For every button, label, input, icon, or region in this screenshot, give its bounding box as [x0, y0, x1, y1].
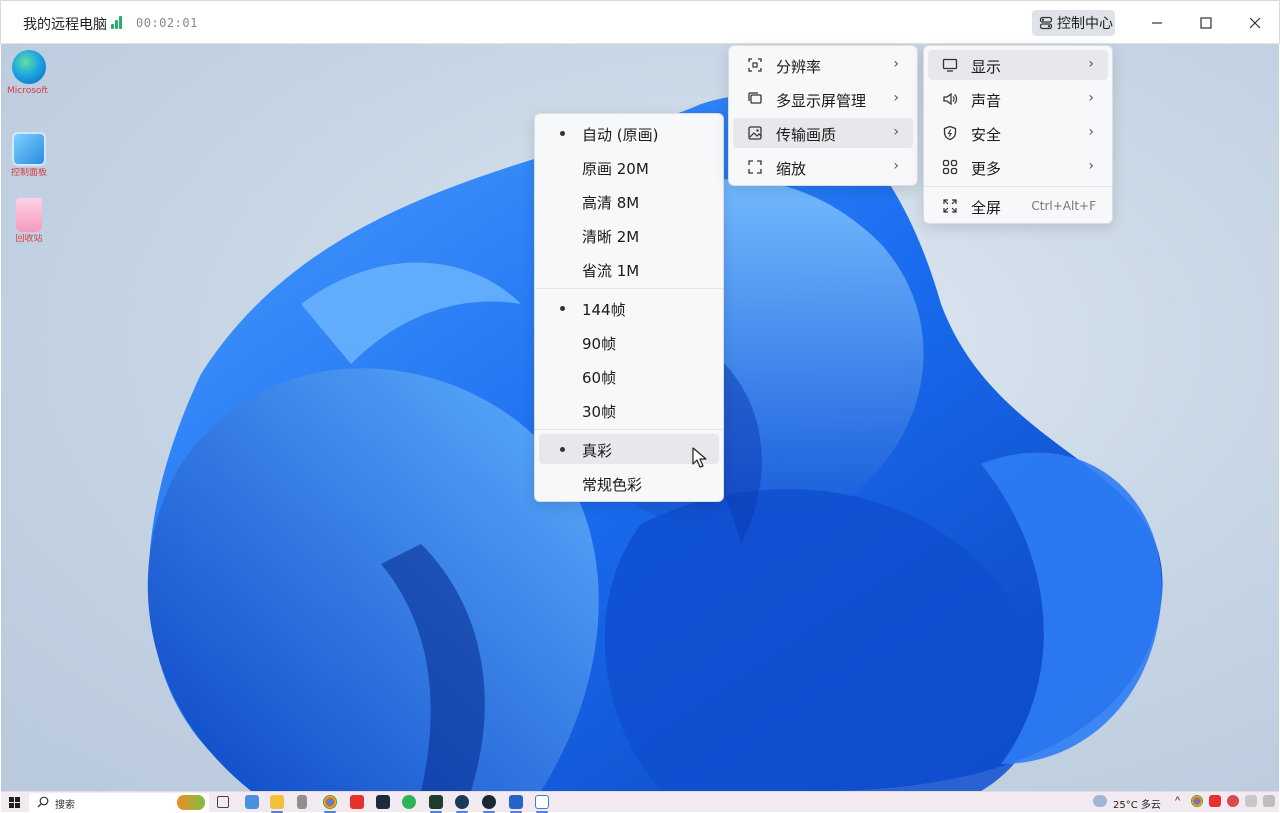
- tray-chrome-icon[interactable]: [1191, 795, 1203, 807]
- signal-strength-icon: [111, 16, 125, 29]
- fullscreen-icon: [943, 199, 957, 213]
- music-app-icon[interactable]: [402, 795, 416, 809]
- jetbrains-icon[interactable]: [376, 795, 390, 809]
- desktop-icon-edge[interactable]: Microsoft Edge: [7, 50, 51, 96]
- selected-dot-icon: [560, 306, 565, 311]
- remote-desktop-app-icon[interactable]: [535, 795, 549, 809]
- recycle-bin-icon: [16, 198, 42, 232]
- tray-volume-icon[interactable]: [1263, 795, 1275, 807]
- menu-item-fullscreen[interactable]: 全屏 Ctrl+Alt+F: [928, 191, 1108, 221]
- terminal-app-icon[interactable]: [429, 795, 443, 809]
- menu-item-display[interactable]: 显示 ›: [928, 50, 1108, 80]
- chevron-up-icon[interactable]: ^: [1175, 795, 1180, 807]
- task-view-icon[interactable]: [217, 796, 229, 808]
- close-icon: [1249, 17, 1261, 29]
- tray-app-icon[interactable]: [1227, 795, 1239, 807]
- framerate-option[interactable]: 30帧: [539, 395, 719, 425]
- menu-divider: [924, 186, 1112, 187]
- desktop-icon-recycle-bin[interactable]: 回收站: [7, 198, 51, 244]
- chevron-right-icon: ›: [893, 124, 899, 140]
- framerate-option[interactable]: 144帧: [539, 293, 719, 323]
- quality-option[interactable]: 省流 1M: [539, 254, 719, 284]
- menu-item-more[interactable]: 更多 ›: [928, 152, 1108, 182]
- search-icon: [37, 796, 49, 808]
- quality-option[interactable]: 高清 8M: [539, 186, 719, 216]
- desktop-icon-label: 控制面板: [10, 168, 47, 178]
- window-title: 我的远程电脑: [23, 17, 107, 33]
- shield-icon: [943, 125, 957, 141]
- chevron-right-icon: ›: [1088, 56, 1094, 72]
- framerate-option[interactable]: 90帧: [539, 327, 719, 357]
- quality-option[interactable]: 原画 20M: [539, 152, 719, 182]
- fullscreen-shortcut: Ctrl+Alt+F: [1031, 199, 1096, 213]
- selected-dot-icon: [560, 447, 565, 452]
- youdao-icon[interactable]: [350, 795, 364, 809]
- multi-display-icon: [748, 92, 762, 104]
- menu-divider: [535, 288, 723, 289]
- control-center-menu: 显示 › 声音 › 安全 › 更多 › 全屏 Ctrl+Alt+F: [923, 45, 1113, 224]
- menu-item-image-quality[interactable]: 传输画质 ›: [733, 118, 913, 148]
- app-icon[interactable]: [455, 795, 469, 809]
- search-highlight-icon: [177, 795, 205, 810]
- app-icon[interactable]: [509, 795, 523, 809]
- taskbar-search-box[interactable]: 搜索: [29, 793, 209, 812]
- menu-item-multi-display[interactable]: 多显示屏管理 ›: [733, 84, 913, 114]
- file-explorer-icon[interactable]: [270, 795, 284, 809]
- mouse-cursor-icon: [692, 447, 707, 468]
- menu-item-security[interactable]: 安全 ›: [928, 118, 1108, 148]
- chevron-right-icon: ›: [893, 56, 899, 72]
- chevron-right-icon: ›: [1088, 124, 1094, 140]
- selected-dot-icon: [560, 131, 565, 136]
- chevron-right-icon: ›: [1088, 90, 1094, 106]
- display-menu: 分辨率 › 多显示屏管理 › 传输画质 › 缩放 ›: [728, 45, 918, 186]
- steam-icon[interactable]: [482, 795, 496, 809]
- tray-youdao-icon[interactable]: [1209, 795, 1221, 807]
- monitor-icon: [942, 58, 958, 72]
- close-button[interactable]: [1243, 11, 1267, 35]
- quality-option[interactable]: 自动 (原画): [539, 118, 719, 148]
- speaker-icon: [943, 92, 958, 106]
- minimize-icon: [1152, 22, 1162, 24]
- resolution-icon: [748, 58, 762, 72]
- chrome-icon[interactable]: [323, 795, 337, 809]
- title-bar: 我的远程电脑 00:02:01 控制中心: [0, 0, 1280, 44]
- chevron-right-icon: ›: [893, 158, 899, 174]
- control-center-label: 控制中心: [1057, 16, 1113, 32]
- maximize-icon: [1200, 17, 1212, 29]
- menu-item-scale[interactable]: 缩放 ›: [733, 152, 913, 182]
- control-center-button[interactable]: 控制中心: [1032, 10, 1115, 36]
- session-timer: 00:02:01: [136, 16, 198, 30]
- tray-network-icon[interactable]: [1245, 795, 1257, 807]
- framerate-option[interactable]: 60帧: [539, 361, 719, 391]
- image-quality-icon: [748, 126, 762, 140]
- control-center-icon: [1039, 16, 1053, 30]
- menu-item-sound[interactable]: 声音 ›: [928, 84, 1108, 114]
- quality-menu: 自动 (原画) 原画 20M 高清 8M 清晰 2M 省流 1M 144帧 90…: [534, 113, 724, 502]
- quality-option[interactable]: 清晰 2M: [539, 220, 719, 250]
- desktop-icon-control-panel[interactable]: 控制面板: [7, 132, 51, 178]
- taskbar: 搜索 25°C 多云 ^: [1, 791, 1279, 813]
- menu-divider: [535, 429, 723, 430]
- scale-icon: [748, 160, 762, 174]
- widgets-icon[interactable]: [245, 795, 259, 809]
- desktop-icon-label: 回收站: [15, 234, 43, 244]
- minimize-button[interactable]: [1145, 11, 1169, 35]
- weather-text[interactable]: 25°C 多云: [1113, 796, 1161, 811]
- chevron-right-icon: ›: [1088, 158, 1094, 174]
- chevron-right-icon: ›: [893, 90, 899, 106]
- menu-item-resolution[interactable]: 分辨率 ›: [733, 50, 913, 80]
- maximize-button[interactable]: [1194, 11, 1218, 35]
- color-option[interactable]: 常规色彩: [539, 468, 719, 498]
- weather-icon: [1093, 795, 1107, 807]
- windows-start-button[interactable]: [9, 797, 20, 808]
- calculator-icon[interactable]: [297, 795, 307, 809]
- desktop-icon-label: Microsoft Edge: [7, 86, 51, 96]
- grid-icon: [942, 159, 958, 175]
- edge-icon: [12, 50, 46, 84]
- control-panel-icon: [12, 132, 46, 166]
